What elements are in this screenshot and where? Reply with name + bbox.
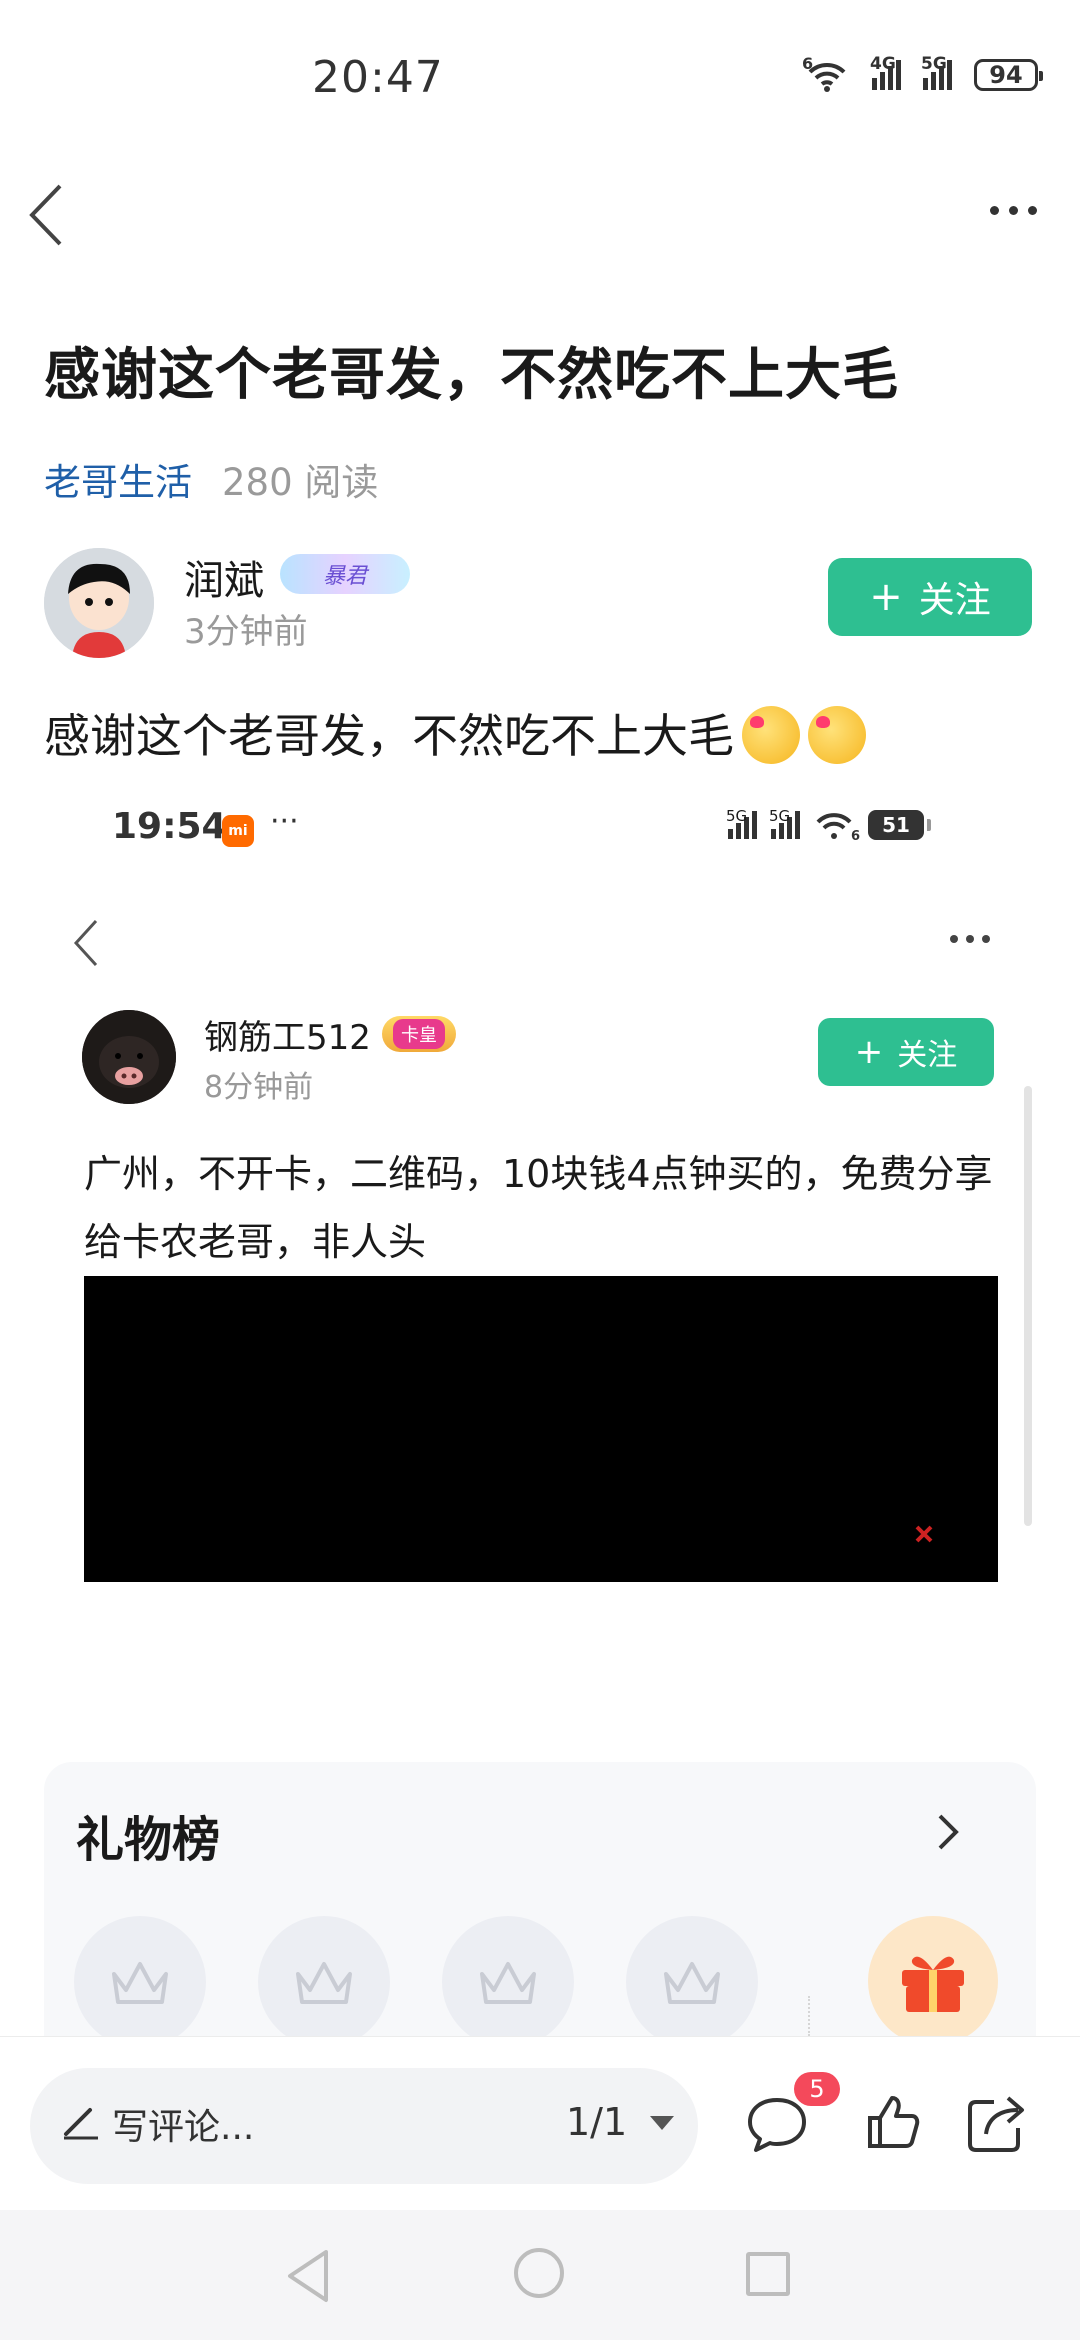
more-button[interactable] [990, 195, 1046, 225]
more-dot [966, 935, 974, 943]
more-dot [982, 935, 990, 943]
nav-recents-icon[interactable] [746, 2252, 790, 2296]
embedded-back-icon [68, 915, 104, 971]
gift-slot[interactable] [626, 1916, 758, 2048]
post-title: 感谢这个老哥发，不然吃不上大毛 [44, 343, 899, 408]
embedded-author-name: 钢筋工512 [204, 1018, 371, 1058]
signal-5g-icon: 5G [921, 54, 952, 90]
nav-back-icon[interactable] [284, 2248, 332, 2304]
signal-5g-icon: 5G [726, 807, 757, 839]
embedded-image [84, 1276, 998, 1582]
gift-slot[interactable] [442, 1916, 574, 2048]
embedded-battery: 51 [868, 810, 931, 840]
embedded-post-time: 8分钟前 [204, 1070, 314, 1105]
author-name[interactable]: 润斌 [184, 548, 264, 606]
embedded-status-time: 19:54 [112, 806, 227, 847]
circle-link[interactable]: 老哥生活 [44, 452, 192, 506]
signal-4g-icon: 4G [870, 54, 901, 90]
plus-icon: + [854, 1032, 884, 1072]
embedded-status-dots: ··· [270, 804, 299, 839]
gift-slot[interactable] [258, 1916, 390, 2048]
more-dot [1028, 205, 1037, 215]
embedded-avatar [82, 1010, 176, 1104]
more-dot [1009, 205, 1018, 215]
status-icons: 6 4G 5G 94 [802, 54, 1043, 92]
thumbs-up-icon[interactable] [866, 2094, 920, 2150]
blowing-kiss-emoji-icon [808, 706, 866, 764]
more-dot [950, 935, 958, 943]
author-avatar[interactable] [44, 548, 154, 658]
back-button[interactable] [22, 180, 72, 250]
crown-icon [664, 1962, 720, 2004]
chevron-right-icon[interactable] [936, 1812, 960, 1852]
embedded-post-text: 广州，不开卡，二维码，10块钱4点钟买的，免费分享给卡农老哥，非人头 [84, 1152, 993, 1264]
blowing-kiss-emoji-icon [742, 706, 800, 764]
crown-icon [112, 1962, 168, 2004]
chevron-left-icon [29, 184, 62, 246]
embedded-more-icon [950, 935, 990, 943]
comment-count-badge: 5 [794, 2072, 840, 2106]
gift-divider [808, 1996, 810, 2036]
crown-icon [480, 1962, 536, 2004]
gift-icon [902, 1956, 964, 2012]
crown-icon [296, 1962, 352, 2004]
post-body-text: 感谢这个老哥发，不然吃不上大毛 [44, 709, 734, 763]
follow-button[interactable]: + 关注 [828, 558, 1032, 636]
wifi-icon: 6 [814, 810, 860, 844]
page-indicator[interactable]: 1/1 [566, 2100, 627, 2144]
more-dot [990, 205, 999, 215]
plus-icon: + [869, 574, 903, 620]
pencil-icon [60, 2100, 102, 2142]
signal-5g-icon: 5G [769, 807, 800, 839]
embedded-status-icons: 5G 5G 6 51 [726, 807, 931, 844]
nav-home-icon[interactable] [514, 2248, 564, 2298]
post-time: 3分钟前 [184, 612, 308, 652]
author-badge: 暴君 [280, 554, 410, 594]
wifi-icon: 6 [802, 54, 850, 92]
comment-placeholder[interactable]: 写评论... [112, 2098, 254, 2150]
status-time: 20:47 [312, 52, 444, 103]
watermark-icon [914, 1524, 934, 1544]
gift-board-title: 礼物榜 [76, 1812, 221, 1868]
embedded-scrollbar [1024, 1086, 1032, 1526]
follow-label: 关注 [918, 580, 991, 621]
read-count: 280 阅读 [222, 461, 379, 504]
gift-slot[interactable] [74, 1916, 206, 2048]
send-gift-button[interactable] [868, 1916, 998, 2046]
mi-icon: mi [222, 815, 254, 847]
post-body: 感谢这个老哥发，不然吃不上大毛 [44, 700, 866, 766]
share-icon[interactable] [966, 2094, 1028, 2152]
battery-indicator: 94 [974, 59, 1043, 91]
caret-down-icon[interactable] [650, 2116, 674, 2130]
embedded-follow-button: + 关注 [818, 1018, 994, 1086]
post-meta: 老哥生活 280 阅读 [44, 452, 378, 506]
embedded-author-badge: 卡皇 [382, 1016, 456, 1052]
comment-icon[interactable] [746, 2094, 808, 2154]
